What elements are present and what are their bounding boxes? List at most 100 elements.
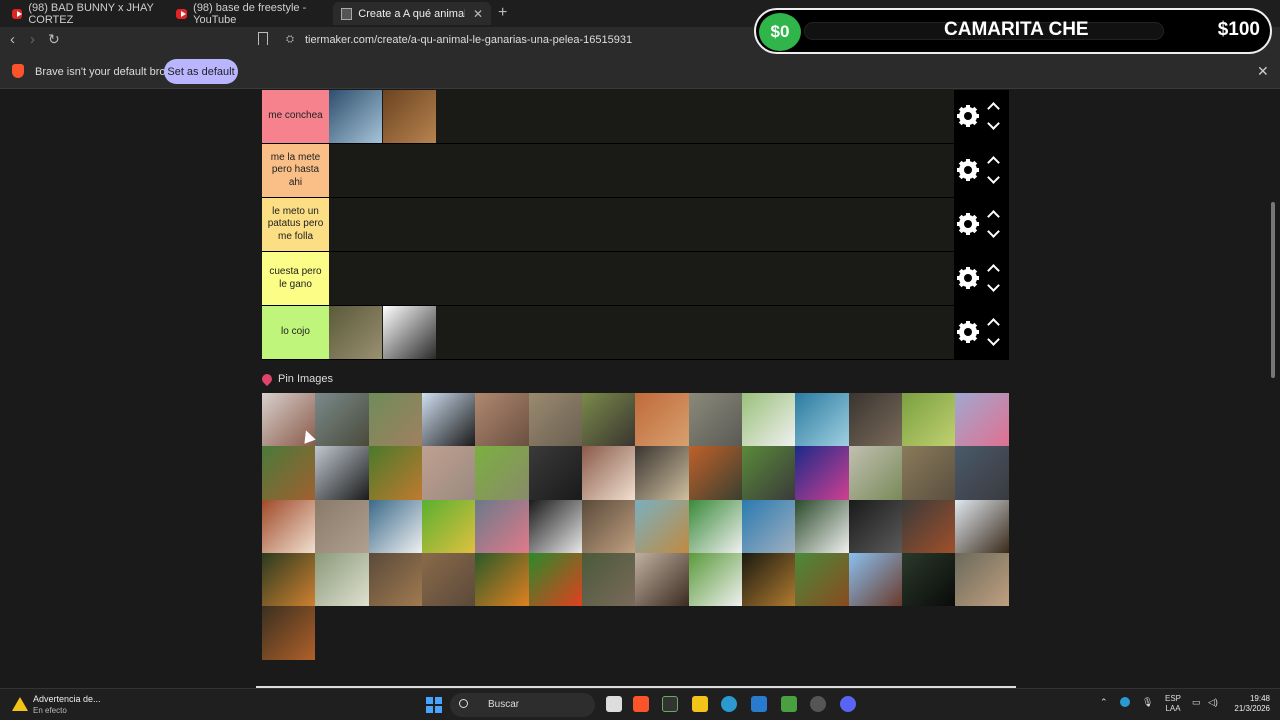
- tier-items[interactable]: [329, 252, 954, 305]
- chevron-up-icon[interactable]: [987, 102, 1000, 115]
- animal-image-panther[interactable]: [902, 553, 956, 607]
- discord-icon[interactable]: [840, 696, 856, 712]
- animal-image-frog[interactable]: [528, 553, 583, 607]
- animal-image-turtle[interactable]: [528, 393, 583, 447]
- warning-icon[interactable]: [12, 697, 28, 711]
- animal-image-horse[interactable]: [902, 499, 956, 554]
- animal-image-gorilla[interactable]: [528, 446, 583, 500]
- taskview-icon[interactable]: [606, 696, 622, 712]
- animal-image-shark[interactable]: [795, 393, 849, 447]
- bookmark-icon[interactable]: [258, 32, 268, 45]
- animal-image-buffalo[interactable]: [582, 393, 636, 447]
- animal-image-polar-bear[interactable]: [368, 499, 423, 554]
- chevron-up-icon[interactable]: [987, 318, 1000, 331]
- animal-image-cow[interactable]: [742, 393, 796, 447]
- system-clock[interactable]: 19:48 21/3/2026: [1234, 694, 1270, 715]
- animal-image-lion[interactable]: [742, 553, 796, 607]
- animal-image-panda[interactable]: [688, 499, 743, 554]
- animal-image-komodo[interactable]: [848, 393, 903, 447]
- animal-image-wolf[interactable]: [848, 499, 903, 554]
- chevron-up-icon[interactable]: [987, 210, 1000, 223]
- animal-image-giraffe[interactable]: [635, 499, 689, 554]
- microphone-icon[interactable]: 🎙: [1142, 697, 1153, 708]
- minecraft-icon[interactable]: [781, 696, 797, 712]
- animal-image-squirrel[interactable]: [368, 446, 423, 500]
- animal-image-toucan[interactable]: [475, 553, 529, 607]
- tier-label[interactable]: me conchea: [262, 90, 329, 143]
- animal-image-kangaroo[interactable]: [368, 393, 423, 447]
- animal-image-wombat[interactable]: [582, 553, 636, 607]
- close-tab-icon[interactable]: ✕: [473, 7, 483, 21]
- chevron-up-icon[interactable]: [987, 156, 1000, 169]
- animal-image-zebra[interactable]: [528, 499, 583, 554]
- taskbar-search[interactable]: Buscar: [450, 693, 595, 717]
- windows-start-icon[interactable]: [426, 697, 442, 713]
- network-icon[interactable]: ▭: [1192, 697, 1201, 708]
- animal-image-bull[interactable]: [795, 553, 849, 607]
- animal-image-lions[interactable]: [368, 553, 423, 607]
- new-tab-button[interactable]: +: [498, 4, 507, 22]
- animal-image-sloth[interactable]: [329, 306, 382, 359]
- animal-image-badger[interactable]: [635, 446, 689, 500]
- warning-title[interactable]: Advertencia de...: [33, 694, 101, 704]
- url-field[interactable]: tiermaker.com/create/a-qu-animal-le-gana…: [305, 34, 632, 46]
- store-icon[interactable]: [751, 696, 767, 712]
- animal-image-pitbull[interactable]: [582, 446, 636, 500]
- tier-label[interactable]: me la mete pero hasta ahi: [262, 144, 329, 197]
- close-notice-icon[interactable]: ✕: [1257, 63, 1269, 80]
- animal-image-penguin[interactable]: [422, 393, 476, 447]
- pin-images-heading[interactable]: Pin Images: [259, 371, 333, 387]
- animal-image-rhino[interactable]: [955, 446, 1009, 500]
- animal-image-lapwing[interactable]: [688, 553, 743, 607]
- animal-image-emu[interactable]: [315, 393, 369, 447]
- back-button[interactable]: ‹: [10, 31, 15, 48]
- tier-items[interactable]: [329, 198, 954, 251]
- animal-image-octopus[interactable]: [795, 446, 849, 500]
- chevron-down-icon[interactable]: [987, 333, 1000, 346]
- animal-image-rabbit[interactable]: [795, 499, 849, 554]
- animal-image-crow[interactable]: [315, 446, 369, 500]
- tier-label[interactable]: lo cojo: [262, 306, 329, 359]
- gear-icon[interactable]: [957, 321, 979, 343]
- animal-image-hyena[interactable]: [902, 446, 956, 500]
- animal-image-ostrich[interactable]: [955, 393, 1009, 447]
- gear-icon[interactable]: [957, 213, 979, 235]
- animal-image-meerkat[interactable]: [635, 393, 689, 447]
- tray-chevron-icon[interactable]: ⌃: [1100, 697, 1108, 708]
- gear-icon[interactable]: [957, 267, 979, 289]
- animal-image-chameleon[interactable]: [902, 393, 956, 447]
- chevron-down-icon[interactable]: [987, 279, 1000, 292]
- brave-taskbar-icon[interactable]: [633, 696, 649, 712]
- animal-image-tiger[interactable]: [262, 553, 316, 607]
- page-scrollbar[interactable]: [1270, 90, 1276, 688]
- terminal-icon[interactable]: [662, 696, 678, 712]
- animal-image-seal[interactable]: [315, 499, 369, 554]
- animal-image-fox[interactable]: [688, 446, 743, 500]
- onedrive-icon[interactable]: [1120, 697, 1130, 707]
- animal-image-parrot[interactable]: [422, 499, 476, 554]
- forward-button[interactable]: ›: [30, 31, 35, 48]
- animal-image-flamingo[interactable]: [475, 499, 529, 554]
- animal-image-dolphin[interactable]: [742, 499, 796, 554]
- gear-icon[interactable]: [957, 105, 979, 127]
- animal-image-crocodile[interactable]: [315, 553, 369, 607]
- site-info-icon[interactable]: ⛭: [286, 34, 294, 45]
- scrollbar-thumb[interactable]: [1271, 202, 1275, 378]
- animal-image-elephant[interactable]: [475, 393, 529, 447]
- animal-image-bat[interactable]: [848, 553, 903, 607]
- animal-image-cougar[interactable]: [955, 553, 1009, 607]
- tier-items[interactable]: [329, 306, 954, 359]
- animal-image-hippo[interactable]: [688, 393, 743, 447]
- animal-image-tortoise[interactable]: [475, 446, 529, 500]
- gear-icon[interactable]: [957, 159, 979, 181]
- chevron-up-icon[interactable]: [987, 264, 1000, 277]
- animal-image-anteater[interactable]: [742, 446, 796, 500]
- language-indicator[interactable]: ESP LAA: [1165, 694, 1181, 715]
- file-explorer-icon[interactable]: [692, 696, 708, 712]
- volume-icon[interactable]: ◁): [1208, 697, 1218, 708]
- animal-image-koala[interactable]: [848, 446, 903, 500]
- set-as-default-button[interactable]: Set as default: [164, 59, 238, 84]
- steam-icon[interactable]: [810, 696, 826, 712]
- tier-label[interactable]: cuesta pero le gano: [262, 252, 329, 305]
- animal-image-porcupine[interactable]: [422, 553, 476, 607]
